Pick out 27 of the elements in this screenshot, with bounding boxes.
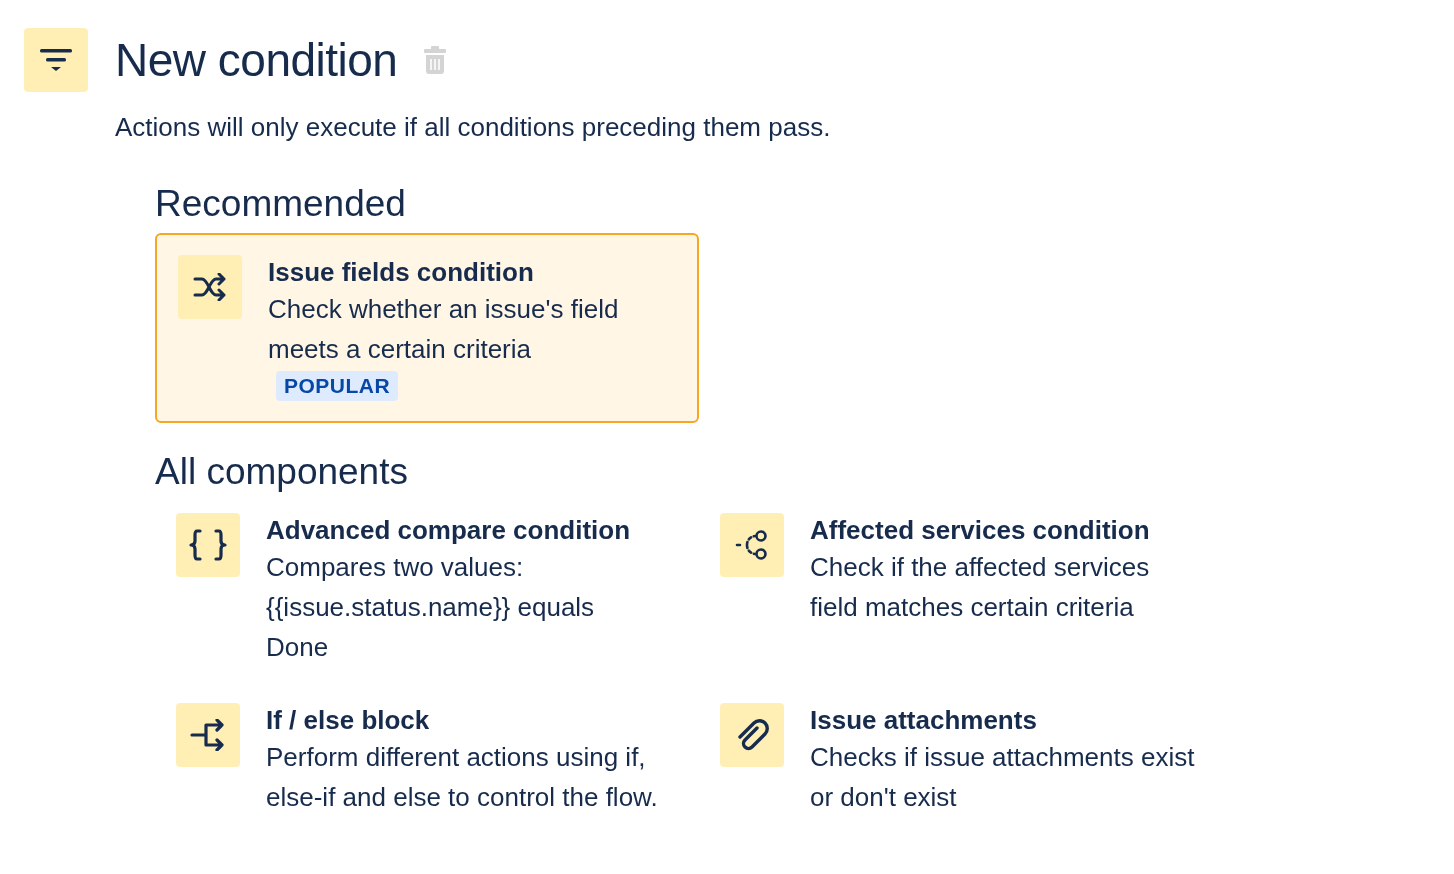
component-card[interactable]: Affected services condition Check if the affected services field matches certain criteria <box>720 513 1264 667</box>
section-heading: Recommended <box>155 183 407 225</box>
branch-nodes-icon <box>735 529 769 561</box>
branch-arrows-icon <box>190 719 226 751</box>
braces-icon <box>188 529 228 561</box>
shuffle-icon <box>193 273 227 301</box>
description-text: Actions will only execute if all conditions preceding them pass. <box>115 112 832 143</box>
component-description: Checks if issue attachments exist or don't exist <box>810 741 1196 814</box>
component-description: Compares two values: {{issue.status.name}} equals Done <box>266 551 596 664</box>
trash-icon[interactable] <box>424 46 447 74</box>
component-title: Advanced compare condition <box>266 514 631 547</box>
component-title: Affected services condition <box>810 514 1150 547</box>
component-description: Perform different actions using if, else-if and else to control the flow. <box>266 741 658 814</box>
component-title: Issue fields condition <box>268 256 534 289</box>
component-card[interactable]: If / else block Perform different actions using if, else-if and else to control the flow. <box>176 703 720 817</box>
filter-icon <box>24 28 88 92</box>
section-heading: All components <box>155 451 409 493</box>
page-title: New condition <box>115 33 398 87</box>
component-title: If / else block <box>266 704 430 737</box>
component-title: Issue attachments <box>810 704 1037 737</box>
popular-badge: POPULAR <box>276 371 399 401</box>
component-card[interactable]: Issue fields condition Check whether an issue's field meets a certain criteria POPULAR <box>155 233 699 423</box>
component-description: Check if the affected services field matches certain criteria <box>810 551 1151 624</box>
paperclip-icon <box>735 718 769 752</box>
component-card[interactable]: Advanced compare condition Compares two values: {{issue.status.name}} equals Done <box>176 513 720 667</box>
component-card[interactable]: Issue attachments Checks if issue attachments exist or don't exist <box>720 703 1264 817</box>
component-description: Check whether an issue's field meets a certain criteria <box>268 293 620 366</box>
